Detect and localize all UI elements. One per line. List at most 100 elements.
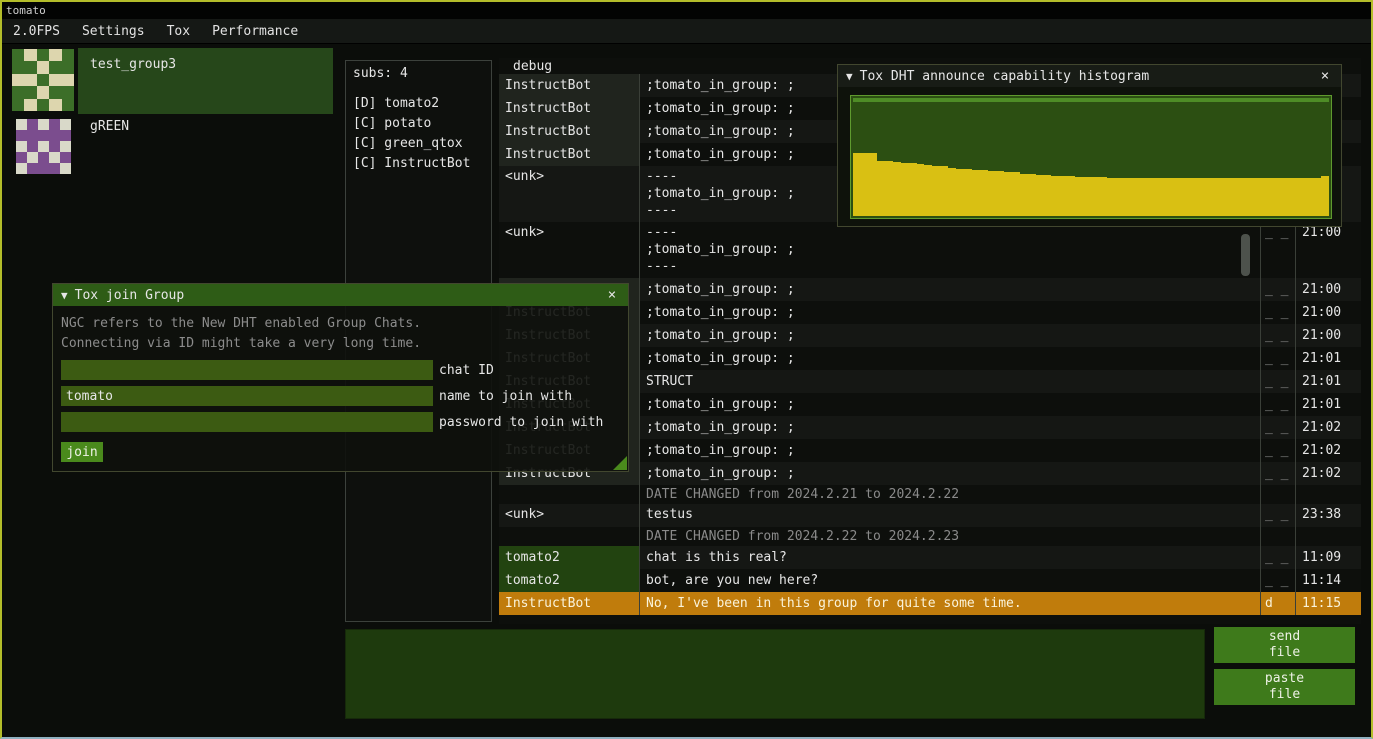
send-file-label-line1: send bbox=[1269, 629, 1300, 645]
date-separator-row[interactable]: DATE CHANGED from 2024.2.21 to 2024.2.22 bbox=[499, 485, 1361, 504]
join-group-window: ▼ Tox join Group × NGC refers to the New… bbox=[52, 283, 629, 472]
join-name-label: name to join with bbox=[439, 389, 572, 404]
histogram-bar bbox=[1028, 174, 1036, 216]
histogram-bar bbox=[1099, 177, 1107, 216]
sender-name: <unk> bbox=[499, 166, 639, 222]
group-avatar bbox=[12, 49, 74, 111]
menu-item-performance[interactable]: Performance bbox=[201, 21, 309, 42]
histogram-bar bbox=[1290, 178, 1298, 216]
histogram-bar bbox=[1107, 178, 1115, 216]
message-text: ;tomato_in_group: ; bbox=[639, 347, 1260, 370]
sender-name: InstructBot bbox=[499, 74, 639, 97]
join-info-line: NGC refers to the New DHT enabled Group … bbox=[61, 314, 620, 334]
message-flags: _ _ bbox=[1260, 301, 1295, 324]
message-row[interactable]: tomato2bot, are you new here?_ _11:14 bbox=[499, 569, 1361, 592]
join-group-window-title: Tox join Group bbox=[75, 288, 597, 303]
histogram-bar bbox=[1282, 178, 1290, 216]
join-button[interactable]: join bbox=[61, 442, 103, 462]
message-flags: _ _ bbox=[1260, 439, 1295, 462]
join-group-window-titlebar[interactable]: ▼ Tox join Group × bbox=[53, 284, 628, 306]
histogram-bar bbox=[893, 162, 901, 216]
message-flags: _ _ bbox=[1260, 347, 1295, 370]
histogram-bar bbox=[1131, 178, 1139, 216]
window-titlebar[interactable]: tomato bbox=[2, 2, 1371, 19]
histogram-bar bbox=[1202, 178, 1210, 216]
histogram-bar bbox=[1218, 178, 1226, 216]
date-separator-row[interactable]: DATE CHANGED from 2024.2.22 to 2024.2.23 bbox=[499, 527, 1361, 546]
join-password-input[interactable] bbox=[61, 412, 433, 432]
window-title: tomato bbox=[6, 4, 46, 17]
collapse-arrow-icon[interactable]: ▼ bbox=[846, 70, 853, 83]
histogram-bar bbox=[1059, 176, 1067, 216]
histogram-bar bbox=[1226, 178, 1234, 216]
message-flags: _ _ bbox=[1260, 462, 1295, 485]
message-row[interactable]: InstructBotNo, I've been in this group f… bbox=[499, 592, 1361, 615]
sender-name: InstructBot bbox=[499, 143, 639, 166]
histogram-bar bbox=[1186, 178, 1194, 216]
histogram-window-title: Tox DHT announce capability histogram bbox=[860, 69, 1310, 84]
histogram-bar bbox=[1242, 178, 1250, 216]
menu-item-tox[interactable]: Tox bbox=[156, 21, 201, 42]
message-time: 21:02 bbox=[1295, 462, 1361, 485]
histogram-bar bbox=[924, 165, 932, 216]
send-file-button[interactable]: send file bbox=[1214, 627, 1355, 663]
histogram-bar bbox=[1250, 178, 1258, 216]
app-window: tomato 2.0FPSSettingsToxPerformance test… bbox=[0, 0, 1373, 739]
histogram-bar bbox=[1147, 178, 1155, 216]
paste-file-button[interactable]: paste file bbox=[1214, 669, 1355, 705]
subscriber-item[interactable]: [C] InstructBot bbox=[353, 154, 484, 174]
subscriber-item[interactable]: [D] tomato2 bbox=[353, 94, 484, 114]
message-time: 11:15 bbox=[1295, 592, 1361, 615]
message-time: 21:01 bbox=[1295, 347, 1361, 370]
histogram-bar bbox=[1004, 172, 1012, 216]
subscriber-item[interactable]: [C] green_qtox bbox=[353, 134, 484, 154]
close-icon[interactable]: × bbox=[1317, 68, 1333, 84]
message-text: ;tomato_in_group: ; bbox=[639, 301, 1260, 324]
sender-name: InstructBot bbox=[499, 120, 639, 143]
menu-bar: 2.0FPSSettingsToxPerformance bbox=[2, 19, 1371, 44]
group-item-test_group3[interactable]: test_group3 bbox=[8, 48, 333, 114]
chat-id-input[interactable] bbox=[61, 360, 433, 380]
histogram-window-titlebar[interactable]: ▼ Tox DHT announce capability histogram … bbox=[838, 65, 1341, 87]
message-text: chat is this real? bbox=[639, 546, 1260, 569]
resize-grip-icon[interactable] bbox=[613, 456, 627, 470]
sender-name: InstructBot bbox=[499, 97, 639, 120]
message-row[interactable]: <unk>testus_ _23:38 bbox=[499, 504, 1361, 527]
group-avatar bbox=[16, 119, 71, 174]
histogram-bar bbox=[1234, 178, 1242, 216]
histogram-bar bbox=[1313, 178, 1321, 216]
message-time: 23:38 bbox=[1295, 504, 1361, 527]
message-flags: d bbox=[1260, 592, 1295, 615]
message-flags: _ _ bbox=[1260, 222, 1295, 278]
sender-name: tomato2 bbox=[499, 546, 639, 569]
join-password-label: password to join with bbox=[439, 415, 603, 430]
histogram-bar bbox=[1036, 175, 1044, 216]
tab-debug[interactable]: debug bbox=[513, 59, 552, 74]
message-text: ;tomato_in_group: ; bbox=[639, 393, 1260, 416]
histogram-bar bbox=[1274, 178, 1282, 216]
histogram-bar bbox=[1123, 178, 1131, 216]
message-text: ;tomato_in_group: ; bbox=[639, 278, 1260, 301]
histogram-bar bbox=[1178, 178, 1186, 216]
histogram-bar bbox=[869, 153, 877, 216]
message-row[interactable]: tomato2chat is this real?_ _11:09 bbox=[499, 546, 1361, 569]
scrollbar-thumb[interactable] bbox=[1241, 234, 1250, 276]
histogram-bar bbox=[1012, 172, 1020, 216]
histogram-bar bbox=[1305, 178, 1313, 216]
group-name: test_group3 bbox=[90, 57, 176, 72]
join-name-input[interactable] bbox=[61, 386, 433, 406]
collapse-arrow-icon[interactable]: ▼ bbox=[61, 289, 68, 302]
message-time: 21:02 bbox=[1295, 439, 1361, 462]
menu-item-settings[interactable]: Settings bbox=[71, 21, 156, 42]
histogram-bar bbox=[980, 170, 988, 216]
message-text: No, I've been in this group for quite so… bbox=[639, 592, 1260, 615]
message-flags: _ _ bbox=[1260, 278, 1295, 301]
message-input[interactable] bbox=[345, 629, 1205, 719]
sender-name: <unk> bbox=[499, 222, 639, 278]
message-time: 21:01 bbox=[1295, 393, 1361, 416]
subscriber-item[interactable]: [C] potato bbox=[353, 114, 484, 134]
close-icon[interactable]: × bbox=[604, 287, 620, 303]
message-row[interactable]: <unk>----;tomato_in_group: ;----_ _21:00 bbox=[499, 222, 1361, 278]
group-item-gREEN[interactable]: gREEN bbox=[8, 116, 333, 174]
sender-name bbox=[499, 485, 639, 504]
